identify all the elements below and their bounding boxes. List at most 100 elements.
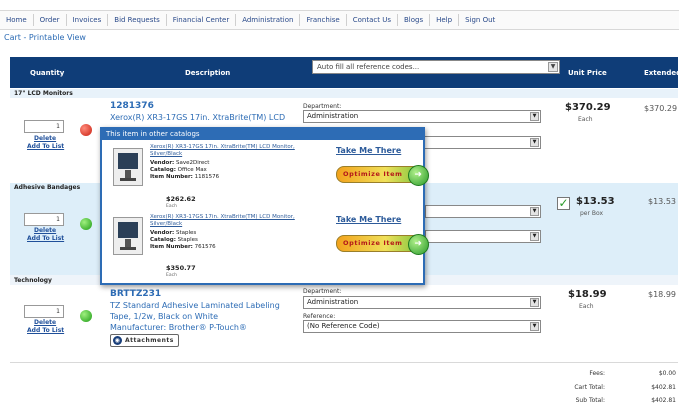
reference-value-3: (No Reference Code) [307, 322, 380, 330]
item-number-1[interactable]: 1281376 [110, 101, 154, 111]
nav-bid-requests[interactable]: Bid Requests [108, 14, 167, 26]
status-green-icon [80, 310, 92, 322]
arrow-right-icon: ➜ [408, 165, 429, 186]
item-manufacturer-3: Manufacturer: Brother® P-Touch® [110, 323, 247, 332]
catalog-item-title-1[interactable]: Xerox(R) XR3-17GS 17in. XtraBrite(TM) LC… [150, 144, 320, 158]
chevron-down-icon: ▼ [530, 207, 539, 216]
unit-price-2: $13.53 [576, 196, 615, 207]
paperclip-icon: ◉ [113, 336, 122, 345]
nav-blogs[interactable]: Blogs [398, 14, 431, 26]
reference-select-2[interactable]: ▼ [425, 230, 541, 243]
section-label-bandages: Adhesive Bandages [14, 184, 81, 191]
nav-franchise[interactable]: Franchise [300, 14, 347, 26]
header-description: Description [185, 69, 231, 77]
fees-label: Fees: [589, 370, 605, 377]
nav-home[interactable]: Home [0, 14, 34, 26]
delete-link-item3[interactable]: Delete [34, 319, 56, 326]
arrow-right-icon: ➜ [408, 234, 429, 255]
nav-contact-us[interactable]: Contact Us [347, 14, 398, 26]
nav-financial-center[interactable]: Financial Center [167, 14, 237, 26]
catalog-name-2: Catalog: Staples [150, 237, 198, 243]
item-description-1[interactable]: Xerox(R) XR3-17GS 17in. XtraBrite(TM) LC… [110, 112, 290, 123]
catalog-name-1: Catalog: Office Max [150, 167, 207, 173]
optimize-label-2: Optimize Item [343, 239, 403, 247]
catalog-price-1: $262.62 [166, 195, 196, 203]
catalog-unit-2: Each [166, 273, 177, 278]
attachments-button[interactable]: ◉ Attachments [110, 334, 179, 347]
department-select-1[interactable]: Administration ▼ [303, 110, 541, 123]
sub-total-value: $402.81 [651, 397, 676, 404]
select-item-checkbox[interactable]: ✓ [557, 197, 570, 210]
catalog-unit-1: Each [166, 204, 177, 209]
nav-administration[interactable]: Administration [236, 14, 301, 26]
catalog-item-number-1: Item Number: 1181576 [150, 174, 220, 180]
take-me-there-link-2[interactable]: Take Me There [336, 215, 401, 224]
nav-sign-out[interactable]: Sign Out [459, 14, 501, 26]
optimize-item-button-2[interactable]: Optimize Item ➜ [336, 234, 429, 255]
chevron-down-icon: ▼ [530, 232, 539, 241]
header-unit-price: Unit Price [568, 69, 607, 77]
catalog-option-2: Xerox(R) XR3-17GS 17in. XtraBrite(TM) LC… [108, 213, 429, 283]
autofill-value: Auto fill all reference codes... [317, 63, 420, 71]
add-to-list-link-item2[interactable]: Add To List [27, 235, 64, 242]
extended-price-3: $18.99 [648, 290, 676, 299]
chevron-down-icon: ▼ [530, 112, 539, 121]
catalog-item-title-2[interactable]: Xerox(R) XR3-17GS 17in. XtraBrite(TM) LC… [150, 214, 320, 228]
take-me-there-link-1[interactable]: Take Me There [336, 146, 401, 155]
catalog-vendor-2: Vendor: Staples [150, 230, 197, 236]
reference-label-3: Reference: [303, 313, 336, 320]
attachments-label: Attachments [125, 337, 174, 344]
status-green-icon [80, 218, 92, 230]
section-label-technology: Technology [14, 277, 52, 284]
section-label-lcd: 17" LCD Monitors [14, 90, 73, 97]
chevron-down-icon: ▼ [530, 322, 539, 331]
popup-title: This item in other catalogs [102, 129, 423, 140]
unit-price-1: $370.29 [565, 102, 611, 113]
add-to-list-link-item1[interactable]: Add To List [27, 143, 64, 150]
add-to-list-link-item3[interactable]: Add To List [27, 327, 64, 334]
department-select-3[interactable]: Administration ▼ [303, 296, 541, 309]
cart-total-label: Cart Total: [574, 384, 605, 391]
delete-link-item1[interactable]: Delete [34, 135, 56, 142]
breadcrumb[interactable]: Cart - Printable View [4, 33, 86, 42]
item-number-3[interactable]: BRTTZ231 [110, 289, 161, 299]
section-row-lcd [10, 89, 678, 98]
delete-link-item2[interactable]: Delete [34, 227, 56, 234]
quantity-input-item2[interactable]: 1 [24, 213, 64, 226]
sub-total-label: Sub Total: [575, 397, 605, 404]
chevron-down-icon: ▼ [530, 298, 539, 307]
status-red-icon [80, 124, 92, 136]
quantity-input-item3[interactable]: 1 [24, 305, 64, 318]
nav-order[interactable]: Order [34, 14, 67, 26]
department-select-2[interactable]: ▼ [425, 205, 541, 218]
chevron-down-icon: ▼ [548, 62, 558, 72]
unit-label-1: Each [578, 116, 593, 123]
reference-select-3[interactable]: (No Reference Code) ▼ [303, 320, 541, 333]
nav-help[interactable]: Help [430, 14, 460, 26]
divider [10, 362, 678, 363]
nav-invoices[interactable]: Invoices [67, 14, 109, 26]
chevron-down-icon: ▼ [530, 138, 539, 147]
optimize-item-button-1[interactable]: Optimize Item ➜ [336, 165, 429, 186]
optimize-label-1: Optimize Item [343, 170, 403, 178]
cart-total-value: $402.81 [651, 384, 676, 391]
department-label-1: Department: [303, 103, 342, 110]
catalog-price-2: $350.77 [166, 264, 196, 272]
extended-price-1: $370.29 [644, 104, 678, 113]
quantity-input-item1[interactable]: 1 [24, 120, 64, 133]
other-catalogs-popup: This item in other catalogs Xerox(R) XR3… [100, 127, 429, 285]
autofill-reference-select[interactable]: Auto fill all reference codes... ▼ [312, 60, 560, 74]
fees-value: $0.00 [658, 370, 676, 377]
extended-price-2: $13.53 [648, 197, 676, 206]
item-description-3[interactable]: TZ Standard Adhesive Laminated Labeling … [110, 300, 290, 322]
header-extended: Extended [644, 69, 679, 77]
department-label-3: Department: [303, 288, 342, 295]
monitor-thumbnail-icon [113, 148, 143, 186]
unit-label-3: Each [579, 303, 594, 310]
catalog-option-1: Xerox(R) XR3-17GS 17in. XtraBrite(TM) LC… [108, 142, 429, 212]
monitor-thumbnail-icon [113, 217, 143, 255]
top-navigation: Home Order Invoices Bid Requests Financi… [0, 10, 679, 30]
department-value-1: Administration [307, 112, 359, 120]
unit-label-2: per Box [580, 210, 604, 217]
catalog-vendor-1: Vendor: Save2Direct [150, 160, 210, 166]
